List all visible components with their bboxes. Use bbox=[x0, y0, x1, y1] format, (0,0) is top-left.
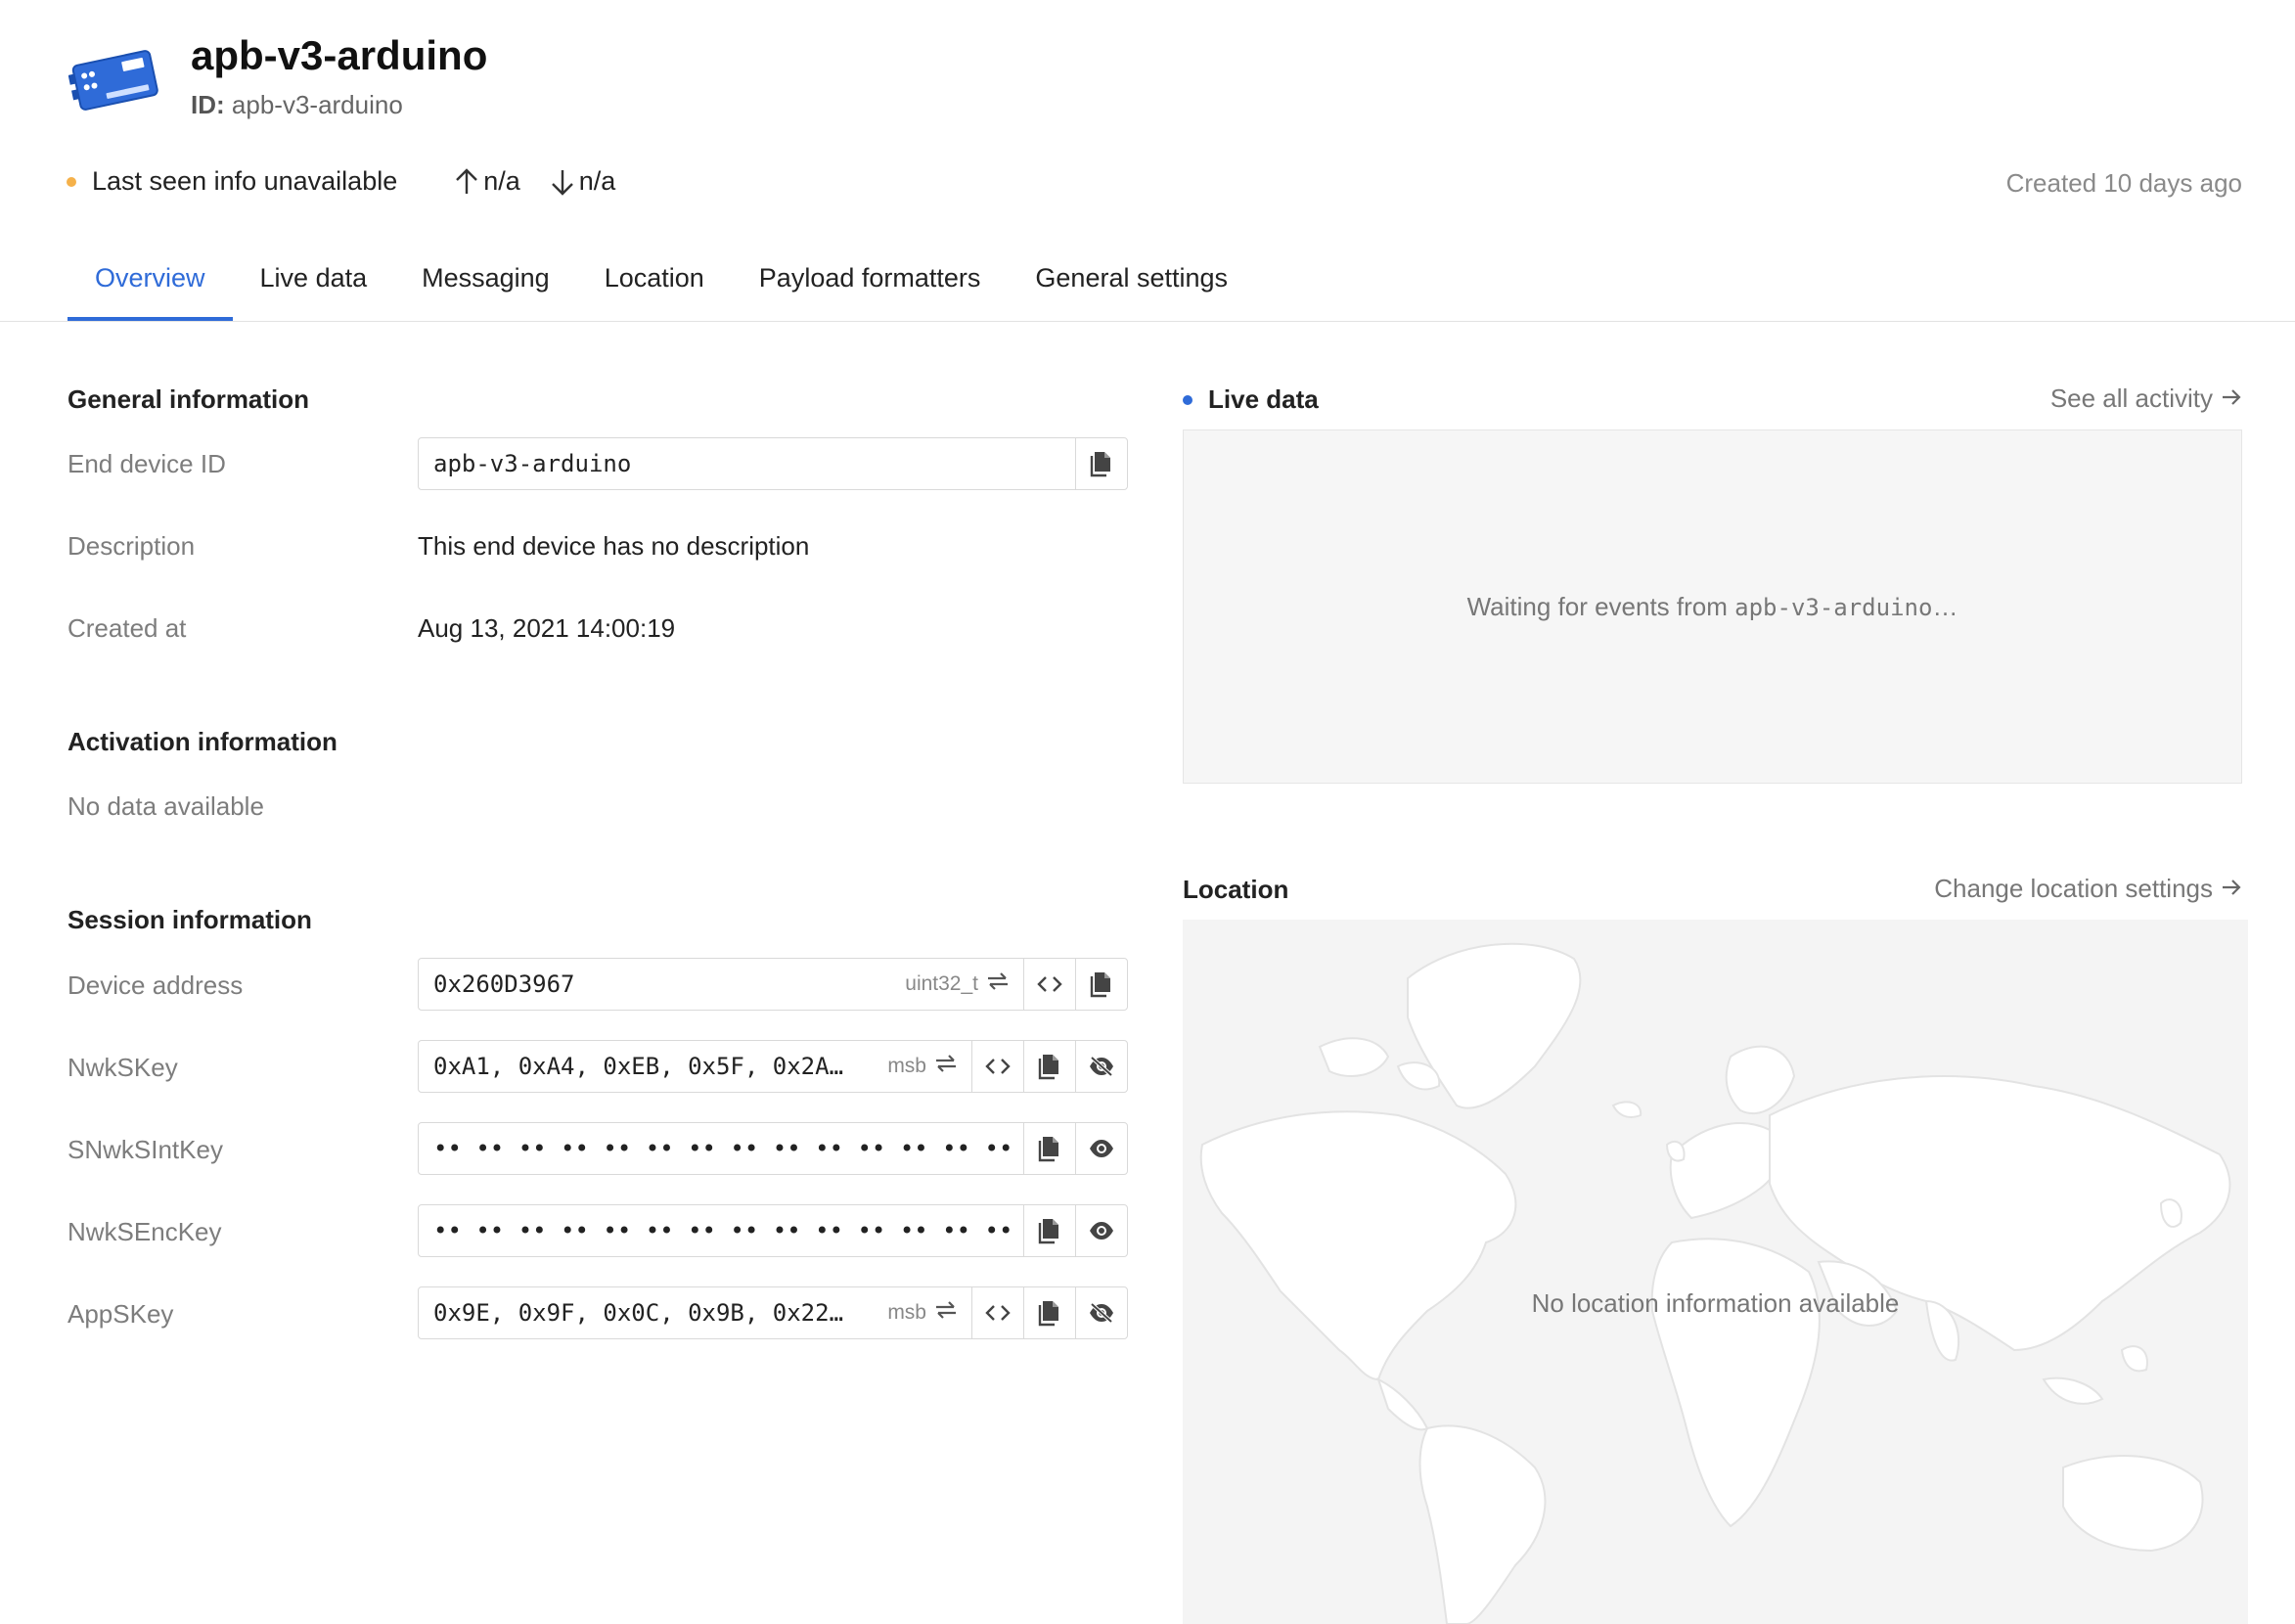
activation-empty: No data available bbox=[68, 791, 264, 821]
value-type: msb bbox=[887, 1301, 926, 1324]
device-address-label: Device address bbox=[68, 970, 244, 1000]
value-type: msb bbox=[887, 1055, 926, 1077]
copy-icon bbox=[1090, 970, 1113, 998]
swap-icon bbox=[986, 972, 1010, 996]
tab-live-data[interactable]: Live data bbox=[233, 252, 395, 317]
tabs-divider bbox=[0, 321, 2295, 322]
copy-button[interactable] bbox=[1075, 438, 1127, 489]
nwksenckey-value: •• •• •• •• •• •• •• •• •• •• •• •• •• •… bbox=[433, 1217, 1023, 1244]
live-waiting-message: Waiting for events from apb-v3-arduino… bbox=[1467, 592, 1958, 622]
appskey-value: 0x9E, 0x9F, 0x0C, 0x9B, 0x22… bbox=[433, 1299, 844, 1327]
tab-location[interactable]: Location bbox=[577, 252, 732, 317]
copy-icon bbox=[1090, 450, 1113, 477]
waiting-suffix: … bbox=[1932, 591, 1958, 621]
waiting-prefix: Waiting for events from bbox=[1466, 591, 1735, 621]
copy-icon bbox=[1038, 1217, 1061, 1244]
show-value-button[interactable] bbox=[1075, 1205, 1127, 1256]
activation-information-title: Activation information bbox=[68, 727, 338, 756]
code-format-button[interactable] bbox=[971, 1041, 1023, 1092]
change-location-settings-label: Change location settings bbox=[1934, 874, 2213, 903]
nwkskey-value: 0xA1, 0xA4, 0xEB, 0x5F, 0x2A… bbox=[433, 1053, 844, 1080]
hide-value-button[interactable] bbox=[1075, 1041, 1127, 1092]
end-device-id-label: End device ID bbox=[68, 449, 226, 478]
end-device-id-value: apb-v3-arduino bbox=[433, 450, 632, 477]
snwksintkey-value: •• •• •• •• •• •• •• •• •• •• •• •• •• •… bbox=[433, 1135, 1023, 1162]
swap-icon bbox=[934, 1055, 958, 1078]
code-format-button[interactable] bbox=[971, 1287, 1023, 1338]
tab-overview[interactable]: Overview bbox=[68, 252, 233, 322]
tab-bar: Overview Live data Messaging Location Pa… bbox=[68, 252, 1255, 322]
location-map[interactable]: No location information available bbox=[1183, 920, 2248, 1624]
code-format-button[interactable] bbox=[1023, 959, 1075, 1010]
last-seen-status: Last seen info unavailable bbox=[92, 166, 398, 196]
device-board-icon bbox=[68, 44, 162, 123]
live-data-panel: Waiting for events from apb-v3-arduino… bbox=[1183, 429, 2242, 784]
tab-payload-formatters[interactable]: Payload formatters bbox=[732, 252, 1009, 317]
see-all-activity-link[interactable]: See all activity bbox=[2050, 383, 2242, 414]
code-icon bbox=[1037, 975, 1062, 993]
tab-general-settings[interactable]: General settings bbox=[1008, 252, 1255, 317]
created-ago: Created 10 days ago bbox=[2005, 168, 2242, 198]
tab-messaging[interactable]: Messaging bbox=[394, 252, 577, 317]
byte-order-toggle[interactable]: uint32_t bbox=[895, 959, 1023, 1010]
hide-value-button[interactable] bbox=[1075, 1287, 1127, 1338]
created-at-value: Aug 13, 2021 14:00:19 bbox=[418, 613, 676, 643]
end-device-id-field: apb-v3-arduino bbox=[418, 437, 1128, 490]
location-empty-message: No location information available bbox=[1531, 1288, 1900, 1318]
eye-off-icon bbox=[1088, 1056, 1115, 1077]
device-address-value: 0x260D3967 bbox=[433, 970, 575, 998]
appskey-field: 0x9E, 0x9F, 0x0C, 0x9B, 0x22… msb bbox=[418, 1286, 1128, 1339]
copy-button[interactable] bbox=[1023, 1287, 1075, 1338]
code-icon bbox=[985, 1304, 1011, 1322]
description-label: Description bbox=[68, 531, 196, 561]
arrow-down-icon bbox=[550, 167, 575, 197]
show-value-button[interactable] bbox=[1075, 1123, 1127, 1174]
location-title: Location bbox=[1183, 875, 1289, 904]
value-type: uint32_t bbox=[905, 972, 978, 995]
eye-icon bbox=[1088, 1221, 1115, 1241]
copy-button[interactable] bbox=[1023, 1205, 1075, 1256]
copy-icon bbox=[1038, 1053, 1061, 1080]
waiting-device-id: apb-v3-arduino bbox=[1734, 593, 1933, 621]
uplink-count: n/a bbox=[483, 166, 520, 196]
nwksenckey-field: •• •• •• •• •• •• •• •• •• •• •• •• •• •… bbox=[418, 1204, 1128, 1257]
device-address-field: 0x260D3967 uint32_t bbox=[418, 958, 1128, 1011]
status-dot bbox=[67, 176, 76, 187]
session-information-title: Session information bbox=[68, 905, 312, 934]
copy-icon bbox=[1038, 1135, 1061, 1162]
eye-icon bbox=[1088, 1139, 1115, 1158]
byte-order-toggle[interactable]: msb bbox=[878, 1041, 971, 1092]
live-data-title: Live data bbox=[1208, 384, 1319, 414]
code-icon bbox=[985, 1058, 1011, 1075]
snwksintkey-label: SNwkSIntKey bbox=[68, 1135, 223, 1164]
snwksintkey-field: •• •• •• •• •• •• •• •• •• •• •• •• •• •… bbox=[418, 1122, 1128, 1175]
byte-order-toggle[interactable]: msb bbox=[878, 1287, 971, 1338]
appskey-label: AppSKey bbox=[68, 1299, 174, 1329]
copy-icon bbox=[1038, 1299, 1061, 1327]
nwkskey-label: NwkSKey bbox=[68, 1053, 178, 1082]
arrow-right-icon bbox=[2221, 383, 2242, 414]
see-all-activity-label: See all activity bbox=[2049, 383, 2213, 413]
change-location-settings-link[interactable]: Change location settings bbox=[1934, 874, 2242, 904]
status-row: Last seen info unavailable n/a n/a bbox=[67, 166, 615, 197]
general-information-title: General information bbox=[68, 384, 310, 414]
swap-icon bbox=[934, 1301, 958, 1325]
device-id-label: ID: bbox=[191, 90, 225, 119]
description-value: This end device has no description bbox=[418, 531, 810, 561]
copy-button[interactable] bbox=[1023, 1041, 1075, 1092]
page-title: apb-v3-arduino bbox=[191, 32, 488, 78]
eye-off-icon bbox=[1088, 1302, 1115, 1324]
arrow-up-icon bbox=[454, 167, 479, 197]
nwkskey-field: 0xA1, 0xA4, 0xEB, 0x5F, 0x2A… msb bbox=[418, 1040, 1128, 1093]
downlink-count: n/a bbox=[578, 166, 616, 196]
live-indicator-dot bbox=[1183, 394, 1192, 405]
nwksenckey-label: NwkSEncKey bbox=[68, 1217, 222, 1246]
copy-button[interactable] bbox=[1075, 959, 1127, 1010]
device-id-value: apb-v3-arduino bbox=[231, 90, 403, 119]
device-id: ID: apb-v3-arduino bbox=[191, 90, 403, 120]
live-data-header: Live data bbox=[1183, 384, 1319, 415]
copy-button[interactable] bbox=[1023, 1123, 1075, 1174]
arrow-right-icon bbox=[2221, 874, 2242, 904]
created-at-label: Created at bbox=[68, 613, 187, 643]
